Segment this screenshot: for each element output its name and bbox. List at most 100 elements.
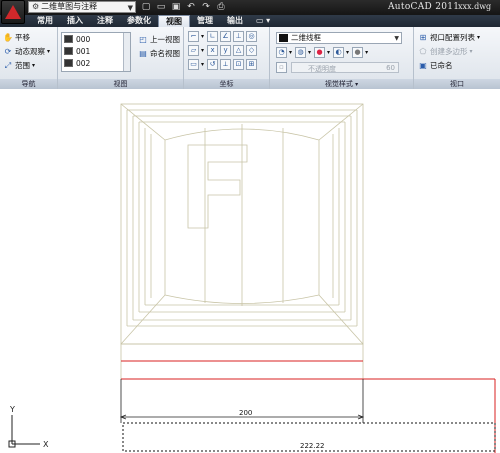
- pan-button[interactable]: ✋ 平移: [3, 32, 30, 43]
- named-views-button[interactable]: ▤ 命名视图: [138, 48, 180, 59]
- chevron-down-icon: ▾: [469, 48, 473, 55]
- chevron-down-icon: ▾: [346, 49, 350, 56]
- tab-view[interactable]: 视图: [158, 15, 190, 27]
- title-bar: ⚙ 二维草图与注释 ▼ ▢ ▭ ▣ ↶ ↷ ⎙ AutoCAD 2011 xxx…: [0, 0, 500, 24]
- open-icon[interactable]: ▭: [155, 1, 167, 13]
- autocad-logo-icon: [5, 5, 21, 19]
- ucs-z-icon[interactable]: ⊥: [233, 31, 245, 42]
- dimension-200-text[interactable]: 200: [239, 409, 252, 417]
- previous-view-button[interactable]: ◰ 上一视图: [138, 34, 180, 45]
- save-icon[interactable]: ▣: [170, 1, 182, 13]
- panel-title-visual-styles: 视觉样式 ▾: [270, 79, 413, 89]
- named-viewports-button[interactable]: ▣ 已命名: [418, 60, 453, 71]
- chevron-down-icon: ▾: [47, 48, 51, 55]
- ucs-face-icon[interactable]: ▭: [188, 59, 199, 70]
- tab-home[interactable]: 常用: [30, 15, 60, 27]
- viewport-config-button[interactable]: ⊞ 视口配置列表 ▾: [418, 32, 480, 43]
- ucs-view-icon[interactable]: ▱: [188, 45, 199, 56]
- viewport-config-icon: ⊞: [419, 32, 427, 42]
- visual-style-dropdown[interactable]: 二维线框 ▼: [276, 32, 402, 44]
- document-title: xxx.dwg: [458, 2, 492, 11]
- dimension-bottom-text[interactable]: 222.22: [300, 442, 325, 450]
- ribbon-tab-bar: 常用 插入 注释 参数化 视图 管理 输出 ▭ ▾: [0, 15, 500, 27]
- zoom-extents-icon: ⤢: [4, 60, 12, 70]
- view-label: 000: [76, 34, 91, 44]
- view-label: 002: [76, 58, 91, 68]
- ribbon: ✋ 平移 ⟳ 动态观察 ▾ ⤢ 范围 ▾ 导航 000 001 002 ◰ 上一…: [0, 27, 500, 89]
- view-icon: [64, 59, 73, 67]
- chevron-down-icon: ▾: [201, 61, 205, 68]
- list-item[interactable]: 002: [62, 57, 130, 69]
- views-scrollbar[interactable]: [123, 33, 130, 71]
- tab-parametric[interactable]: 参数化: [120, 15, 158, 27]
- create-polygon-button[interactable]: ⬠ 创建多边形 ▾: [418, 46, 473, 57]
- new-icon[interactable]: ▢: [140, 1, 152, 13]
- named-viewports-label: 已命名: [430, 61, 453, 70]
- tab-annotate[interactable]: 注释: [90, 15, 120, 27]
- panel-visual-styles: 二维线框 ▼ ◔ ▾ ◍ ▾ ● ▾ ◐ ▾ ● ▾ ▫ 不透明度 60 视觉样…: [270, 27, 414, 89]
- orbit-button[interactable]: ⟳ 动态观察 ▾: [3, 46, 50, 57]
- ucs-apply-icon[interactable]: ⊡: [233, 59, 245, 70]
- chevron-down-icon: ▾: [477, 34, 481, 41]
- extents-button[interactable]: ⤢ 范围 ▾: [3, 60, 35, 71]
- chevron-down-icon: ▾: [32, 62, 36, 69]
- opacity-slider[interactable]: 不透明度 60: [291, 62, 399, 73]
- visual-styles-footer-label: 视觉样式: [324, 80, 353, 88]
- chevron-down-icon: ▾: [289, 49, 293, 56]
- gear-icon: ⚙: [32, 2, 40, 11]
- app-title: AutoCAD 2011: [388, 2, 460, 12]
- view-icon: [64, 35, 73, 43]
- viewport-config-label: 视口配置列表: [430, 33, 475, 42]
- panel-viewports: ⊞ 视口配置列表 ▾ ⬠ 创建多边形 ▾ ▣ 已命名 视口: [414, 27, 500, 89]
- panel-title-views: 视图: [58, 79, 183, 89]
- orbit-label: 动态观察: [15, 47, 45, 56]
- ucs-x-icon[interactable]: x: [207, 45, 219, 56]
- previous-view-label: 上一视图: [150, 35, 180, 44]
- tab-output[interactable]: 输出: [220, 15, 250, 27]
- tab-manage[interactable]: 管理: [190, 15, 220, 27]
- extents-label: 范围: [15, 61, 30, 70]
- saved-views-list[interactable]: 000 001 002: [61, 32, 131, 72]
- opacity-icon[interactable]: ▫: [276, 62, 287, 73]
- ucs-settings-icon[interactable]: ⊞: [246, 59, 258, 70]
- ucs-object-icon[interactable]: ◇: [246, 45, 258, 56]
- ucs-y-icon[interactable]: y: [220, 45, 232, 56]
- ucs-y-label: Y: [9, 405, 15, 414]
- list-item[interactable]: 001: [62, 45, 130, 57]
- face-style-icon[interactable]: ◍: [295, 47, 307, 58]
- redo-icon[interactable]: ↷: [200, 1, 212, 13]
- pan-hand-icon: ✋: [3, 32, 13, 42]
- ucs-3point-icon[interactable]: △: [233, 45, 245, 56]
- ucs-previous-icon[interactable]: ↺: [207, 59, 219, 70]
- view-label: 001: [76, 46, 91, 56]
- list-item[interactable]: 000: [62, 33, 130, 45]
- ucs-zaxis-icon[interactable]: ⟂: [220, 59, 232, 70]
- create-polygon-label: 创建多边形: [430, 47, 468, 56]
- ucs-origin-icon[interactable]: ∠: [220, 31, 232, 42]
- ribbon-options-button[interactable]: ▭ ▾: [250, 15, 276, 27]
- chevron-down-icon: ▾: [201, 47, 205, 54]
- edge-effects-icon[interactable]: ◔: [276, 47, 287, 58]
- workspace-selector[interactable]: ⚙ 二维草图与注释 ▼: [28, 1, 136, 13]
- ucs-icon[interactable]: ⌐: [188, 31, 199, 42]
- ucs-named-icon[interactable]: ◎: [246, 31, 258, 42]
- ucs-icon: [8, 415, 40, 448]
- plot-icon[interactable]: ⎙: [215, 1, 227, 13]
- ucs-x-label: X: [43, 440, 49, 449]
- application-menu-button[interactable]: [1, 0, 25, 24]
- undo-icon[interactable]: ↶: [185, 1, 197, 13]
- workspace-label: 二维草图与注释: [41, 2, 98, 11]
- color-icon[interactable]: ●: [314, 47, 326, 58]
- view-icon: [64, 47, 73, 55]
- visual-style-icon: [279, 34, 288, 42]
- chevron-down-icon[interactable]: ▾: [355, 81, 358, 88]
- named-viewports-icon: ▣: [419, 60, 427, 70]
- panel-title-viewports: 视口: [414, 79, 500, 89]
- material-icon[interactable]: ◐: [333, 47, 345, 58]
- ucs-world-icon[interactable]: ∟: [207, 31, 219, 42]
- chevron-down-icon: ▾: [327, 49, 331, 56]
- shadow-icon[interactable]: ●: [352, 47, 364, 58]
- drawing-canvas[interactable]: 200 222.22 Y X: [0, 90, 500, 453]
- polygon-viewport-icon: ⬠: [419, 46, 427, 56]
- tab-insert[interactable]: 插入: [60, 15, 90, 27]
